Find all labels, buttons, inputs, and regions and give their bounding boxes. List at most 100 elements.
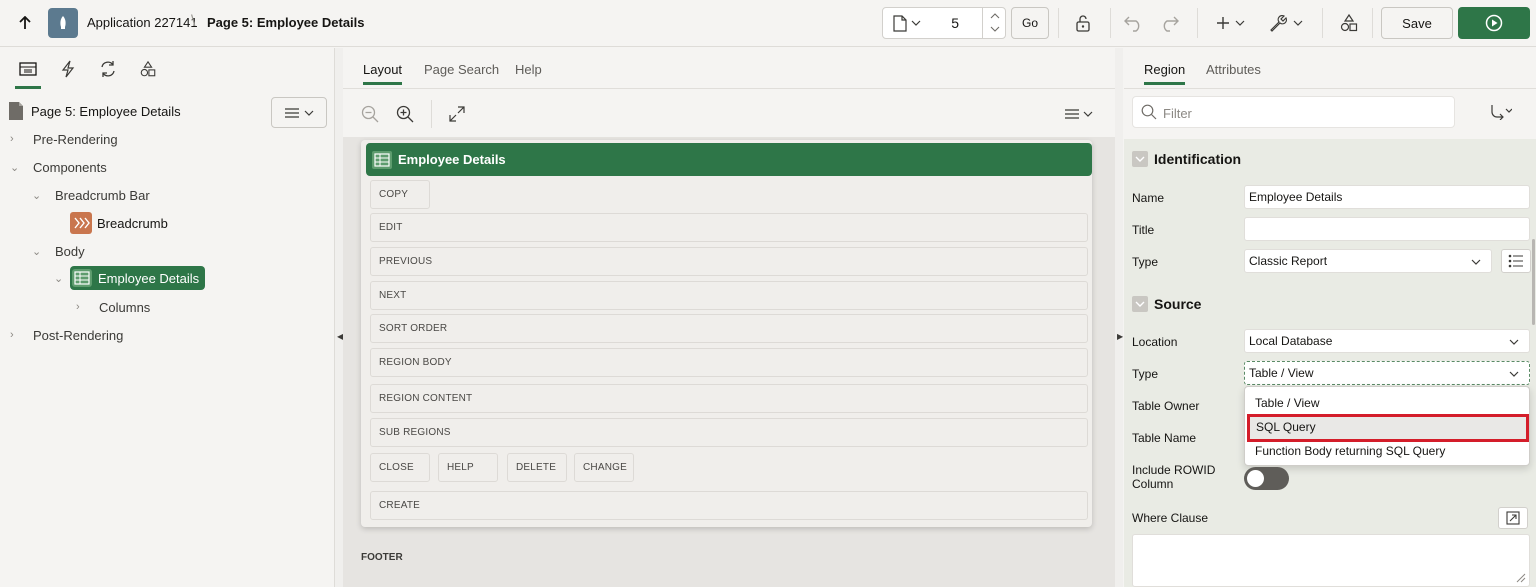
- group-title: Source: [1154, 296, 1202, 312]
- group-identification[interactable]: Identification: [1132, 146, 1241, 172]
- resize-handle-icon: [1516, 573, 1526, 583]
- navigate-up-button[interactable]: [8, 10, 42, 36]
- tree-node-columns[interactable]: › Columns: [76, 296, 150, 318]
- redo-button[interactable]: [1155, 10, 1183, 36]
- go-button[interactable]: Go: [1011, 7, 1049, 39]
- page-number-input[interactable]: [933, 13, 959, 33]
- slot-next[interactable]: NEXT: [370, 281, 1088, 310]
- tree-node-employee-details[interactable]: ⌄ Employee Details: [54, 266, 206, 290]
- open-dialog-icon: [1506, 511, 1520, 525]
- slot-sort-order[interactable]: SORT ORDER: [370, 314, 1088, 343]
- location-label: Location: [1132, 335, 1178, 349]
- shared-components-button[interactable]: [1334, 10, 1364, 36]
- properties-scrollbar[interactable]: [1532, 239, 1535, 325]
- page-title: Page 5: Employee Details: [207, 15, 365, 30]
- slot-create[interactable]: CREATE: [370, 491, 1088, 520]
- name-field[interactable]: Employee Details: [1244, 185, 1530, 209]
- create-menu-button[interactable]: [1210, 10, 1250, 36]
- layout-menu-button[interactable]: [1063, 103, 1095, 125]
- tree-node-components[interactable]: ⌄ Components: [10, 156, 107, 178]
- tab-rendering[interactable]: [15, 58, 41, 89]
- group-source[interactable]: Source: [1132, 291, 1201, 317]
- list-of-values-button[interactable]: [1501, 249, 1531, 273]
- tree-node-body[interactable]: ⌄ Body: [32, 240, 85, 262]
- tab-region[interactable]: Region: [1144, 62, 1186, 85]
- tab-shared-components[interactable]: [137, 58, 159, 80]
- tab-layout[interactable]: Layout: [363, 62, 403, 85]
- undo-icon: [1124, 16, 1140, 32]
- right-splitter[interactable]: ▶: [1115, 48, 1123, 587]
- save-button[interactable]: Save: [1381, 7, 1453, 39]
- tree-node-label: Post-Rendering: [33, 327, 124, 343]
- tree-menu-button[interactable]: [271, 97, 327, 128]
- tree-node-breadcrumb[interactable]: Breadcrumb: [70, 212, 168, 234]
- code-editor-button[interactable]: [1498, 507, 1528, 529]
- option-table-view[interactable]: Table / View: [1255, 396, 1319, 410]
- tab-attributes[interactable]: Attributes: [1206, 62, 1261, 77]
- title-label: Title: [1132, 223, 1155, 237]
- chevron-down-icon: [304, 110, 313, 116]
- tab-dynamic-actions[interactable]: [57, 58, 79, 80]
- tab-processing[interactable]: [97, 58, 119, 80]
- go-to-group-button[interactable]: [1484, 101, 1518, 123]
- utilities-menu-button[interactable]: [1264, 10, 1308, 36]
- include-rowid-toggle[interactable]: [1244, 467, 1289, 490]
- where-clause-editor[interactable]: [1132, 534, 1530, 587]
- source-type-select[interactable]: Table / View: [1244, 361, 1530, 385]
- slot-change[interactable]: CHANGE: [574, 453, 634, 482]
- source-type-dropdown: Table / View SQL Query Function Body ret…: [1244, 386, 1530, 466]
- tree-root-page[interactable]: Page 5: Employee Details: [8, 100, 181, 122]
- region-type-select[interactable]: Classic Report: [1244, 249, 1492, 273]
- option-sql-query-highlight[interactable]: SQL Query: [1247, 414, 1529, 442]
- zoom-out-button[interactable]: [359, 103, 381, 125]
- shapes-icon: [1340, 13, 1358, 32]
- undo-button[interactable]: [1120, 10, 1148, 36]
- application-icon[interactable]: [48, 8, 78, 38]
- slot-delete[interactable]: DELETE: [507, 453, 567, 482]
- include-rowid-label-line2: Column: [1132, 477, 1174, 491]
- where-clause-label: Where Clause: [1132, 511, 1209, 525]
- menu-lines-icon: [1065, 109, 1079, 119]
- slot-copy[interactable]: COPY: [370, 180, 430, 209]
- slot-previous[interactable]: PREVIOUS: [370, 247, 1088, 276]
- option-function-body[interactable]: Function Body returning SQL Query: [1255, 444, 1445, 458]
- footer-slot-label[interactable]: FOOTER: [361, 552, 403, 563]
- chevron-down-icon: ⌄: [54, 272, 64, 285]
- slot-region-content[interactable]: REGION CONTENT: [370, 384, 1088, 413]
- slot-region-body[interactable]: REGION BODY: [370, 348, 1088, 377]
- slot-close[interactable]: CLOSE: [370, 453, 430, 482]
- lock-page-button[interactable]: [1068, 10, 1098, 36]
- zoom-in-button[interactable]: [394, 103, 416, 125]
- tab-help[interactable]: Help: [515, 62, 542, 77]
- chevron-right-icon: ›: [10, 329, 14, 341]
- tab-page-search[interactable]: Page Search: [424, 62, 499, 77]
- page-number-stepper[interactable]: [982, 7, 1006, 39]
- chevron-right-icon: ›: [10, 133, 14, 145]
- divider: [1197, 8, 1198, 38]
- filter-input[interactable]: [1163, 103, 1443, 123]
- left-splitter[interactable]: ◀: [335, 48, 343, 587]
- option-sql-query[interactable]: SQL Query: [1256, 420, 1316, 434]
- application-name-link[interactable]: Application 227141: [87, 15, 198, 30]
- chevron-right-icon: ›: [76, 301, 80, 313]
- divider: [1124, 88, 1536, 89]
- title-field[interactable]: [1244, 217, 1530, 241]
- divider: [1110, 8, 1111, 38]
- slot-help[interactable]: HELP: [438, 453, 498, 482]
- region-card[interactable]: Employee Details COPY EDIT PREVIOUS NEXT…: [361, 140, 1092, 527]
- slot-edit[interactable]: EDIT: [370, 213, 1088, 242]
- location-select[interactable]: Local Database: [1244, 329, 1530, 353]
- tree-node-label: Breadcrumb: [97, 215, 168, 231]
- run-page-button[interactable]: [1458, 7, 1530, 39]
- page-type-menu-button[interactable]: [889, 13, 925, 33]
- tree-node-pre-rendering[interactable]: › Pre-Rendering: [10, 128, 118, 150]
- arrow-up-icon: [19, 16, 31, 29]
- tree-node-breadcrumb-bar[interactable]: ⌄ Breadcrumb Bar: [32, 184, 150, 206]
- slot-sub-regions[interactable]: SUB REGIONS: [370, 418, 1088, 447]
- fullscreen-button[interactable]: [446, 103, 468, 125]
- region-title: Employee Details: [398, 152, 506, 167]
- collapse-icon: [1132, 151, 1148, 167]
- filter-box: [1132, 96, 1455, 128]
- tree-node-post-rendering[interactable]: › Post-Rendering: [10, 324, 123, 346]
- region-header[interactable]: Employee Details: [366, 143, 1092, 176]
